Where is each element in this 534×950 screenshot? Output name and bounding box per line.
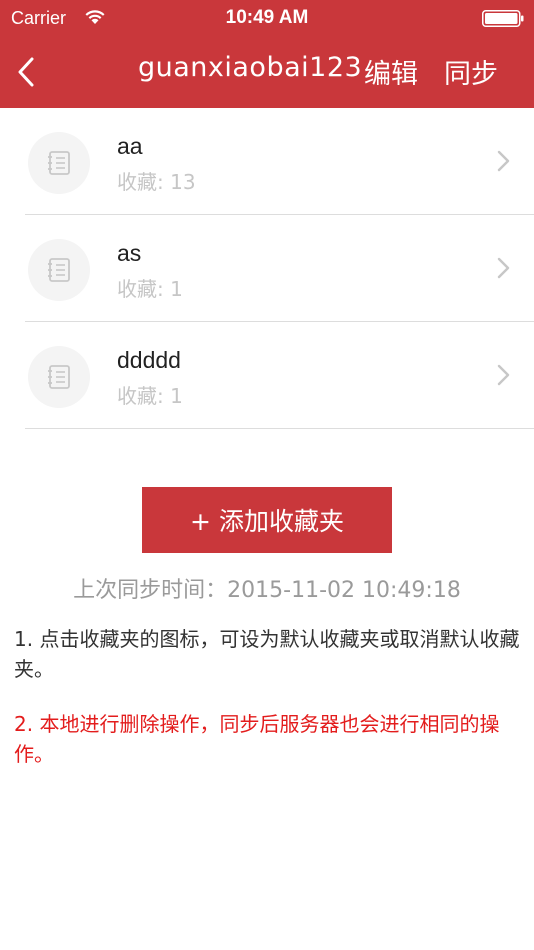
last-sync-time: 上次同步时间：2015-11-02 10:49:18 — [73, 578, 461, 603]
folder-icon-button[interactable] — [28, 346, 90, 408]
help-note-2: 2. 本地进行删除操作，同步后服务器也会进行相同的操作。 — [14, 712, 500, 766]
sync-button[interactable]: 同步 — [444, 52, 498, 91]
folder-count: 收藏: 1 — [117, 277, 183, 301]
edit-button[interactable]: 编辑 — [364, 52, 418, 91]
help-note-1: 1. 点击收藏夹的图标，可设为默认收藏夹或取消默认收藏夹。 — [14, 627, 520, 681]
add-folder-button[interactable]: + 添加收藏夹 — [142, 487, 392, 553]
clock-time: 10:49 AM — [225, 7, 309, 28]
battery-icon — [482, 10, 524, 27]
chevron-right-icon — [497, 150, 510, 172]
folder-count: 收藏: 1 — [117, 384, 183, 408]
chevron-right-icon — [497, 257, 510, 279]
chevron-right-icon — [497, 364, 510, 386]
folder-icon-button[interactable] — [28, 132, 90, 194]
folder-row-aa[interactable]: aa 收藏: 13 — [25, 108, 534, 215]
folder-icon-button[interactable] — [28, 239, 90, 301]
folder-count: 收藏: 13 — [117, 170, 196, 194]
folder-name: as — [117, 240, 142, 266]
folder-row-ddddd[interactable]: ddddd 收藏: 1 — [25, 322, 534, 429]
folder-name: aa — [117, 133, 143, 159]
folder-row-as[interactable]: as 收藏: 1 — [25, 215, 534, 322]
navigation-header: Carrier 10:49 AM guanxiaobai123 编辑 同步 — [0, 0, 534, 108]
status-bar: Carrier 10:49 AM — [0, 0, 534, 36]
folder-name: ddddd — [117, 347, 181, 373]
notebook-icon — [48, 258, 70, 282]
notebook-icon — [48, 365, 70, 389]
page-title: guanxiaobai123 — [138, 52, 363, 83]
folder-list: aa 收藏: 13 as 收藏: 1 ddddd 收藏: 1 — [0, 108, 534, 429]
back-button[interactable] — [14, 54, 42, 90]
chevron-left-icon — [18, 57, 34, 87]
notebook-icon — [48, 151, 70, 175]
